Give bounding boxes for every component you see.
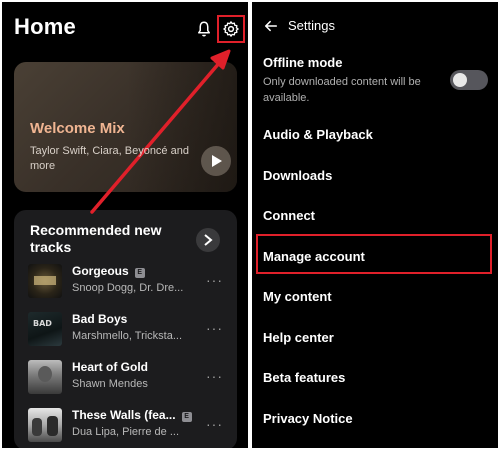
page-title: Settings [288,18,335,33]
track-artist: Shawn Mendes [72,378,148,390]
settings-item-my-content[interactable]: My content [263,289,332,304]
more-options-icon[interactable]: ··· [206,272,223,288]
settings-item-help-center[interactable]: Help center [263,330,334,345]
settings-item-beta-features[interactable]: Beta features [263,370,345,385]
explicit-badge: E [134,268,145,278]
track-artist: Snoop Dogg, Dr. Dre... [72,282,184,294]
album-art [28,264,62,298]
settings-highlight-box [217,15,245,43]
play-icon [212,155,222,167]
chevron-right-icon [204,234,213,246]
mix-subtitle: Taylor Swift, Ciara, Beyoncé and more [30,145,189,172]
page-title: Home [14,14,76,39]
back-arrow-icon[interactable] [264,19,278,33]
settings-item-audio-playback[interactable]: Audio & Playback [263,127,373,142]
track-title: Heart of Gold [72,360,149,374]
section-title: Recommended new tracks [30,222,162,255]
manage-account-highlight-box [256,234,492,274]
album-art [28,408,62,442]
track-title: These Walls (fea... [72,408,176,422]
album-art [28,360,62,394]
bell-icon[interactable] [195,20,213,38]
home-screen: Home Welcome Mix Taylor Swift, Ciara, Be… [2,2,248,448]
settings-item-privacy-notice[interactable]: Privacy Notice [263,411,353,426]
track-artist: Dua Lipa, Pierre de ... [72,426,180,438]
album-art: BAD [28,312,62,346]
welcome-mix-card[interactable]: Welcome Mix Taylor Swift, Ciara, Beyoncé… [14,62,237,192]
more-options-icon[interactable]: ··· [206,416,223,432]
track-title: Gorgeous [72,264,129,278]
offline-mode-toggle[interactable] [450,70,488,90]
list-item[interactable]: Heart of Gold Shawn Mendes ··· [28,360,233,400]
see-all-button[interactable] [196,228,220,252]
more-options-icon[interactable]: ··· [206,368,223,384]
explicit-badge: E [181,412,192,422]
track-artist: Marshmello, Tricksta... [72,330,183,342]
track-title: Bad Boys [72,312,128,326]
settings-screen: Settings Offline mode Only downloaded co… [252,2,498,448]
offline-mode-label: Offline mode [263,55,343,70]
mix-title: Welcome Mix [30,120,125,137]
list-item[interactable]: BAD Bad Boys Marshmello, Tricksta... ··· [28,312,233,352]
settings-item-downloads[interactable]: Downloads [263,168,332,183]
offline-mode-description: Only downloaded content will be availabl… [263,76,421,104]
list-item[interactable]: Gorgeous E Snoop Dogg, Dr. Dre... ··· [28,264,233,304]
play-button[interactable] [201,146,231,176]
more-options-icon[interactable]: ··· [206,320,223,336]
recommended-tracks-card: Recommended new tracks Gorgeous E Snoop D… [14,210,237,448]
settings-item-connect[interactable]: Connect [263,208,315,223]
list-item[interactable]: These Walls (fea... E Dua Lipa, Pierre de… [28,408,233,448]
